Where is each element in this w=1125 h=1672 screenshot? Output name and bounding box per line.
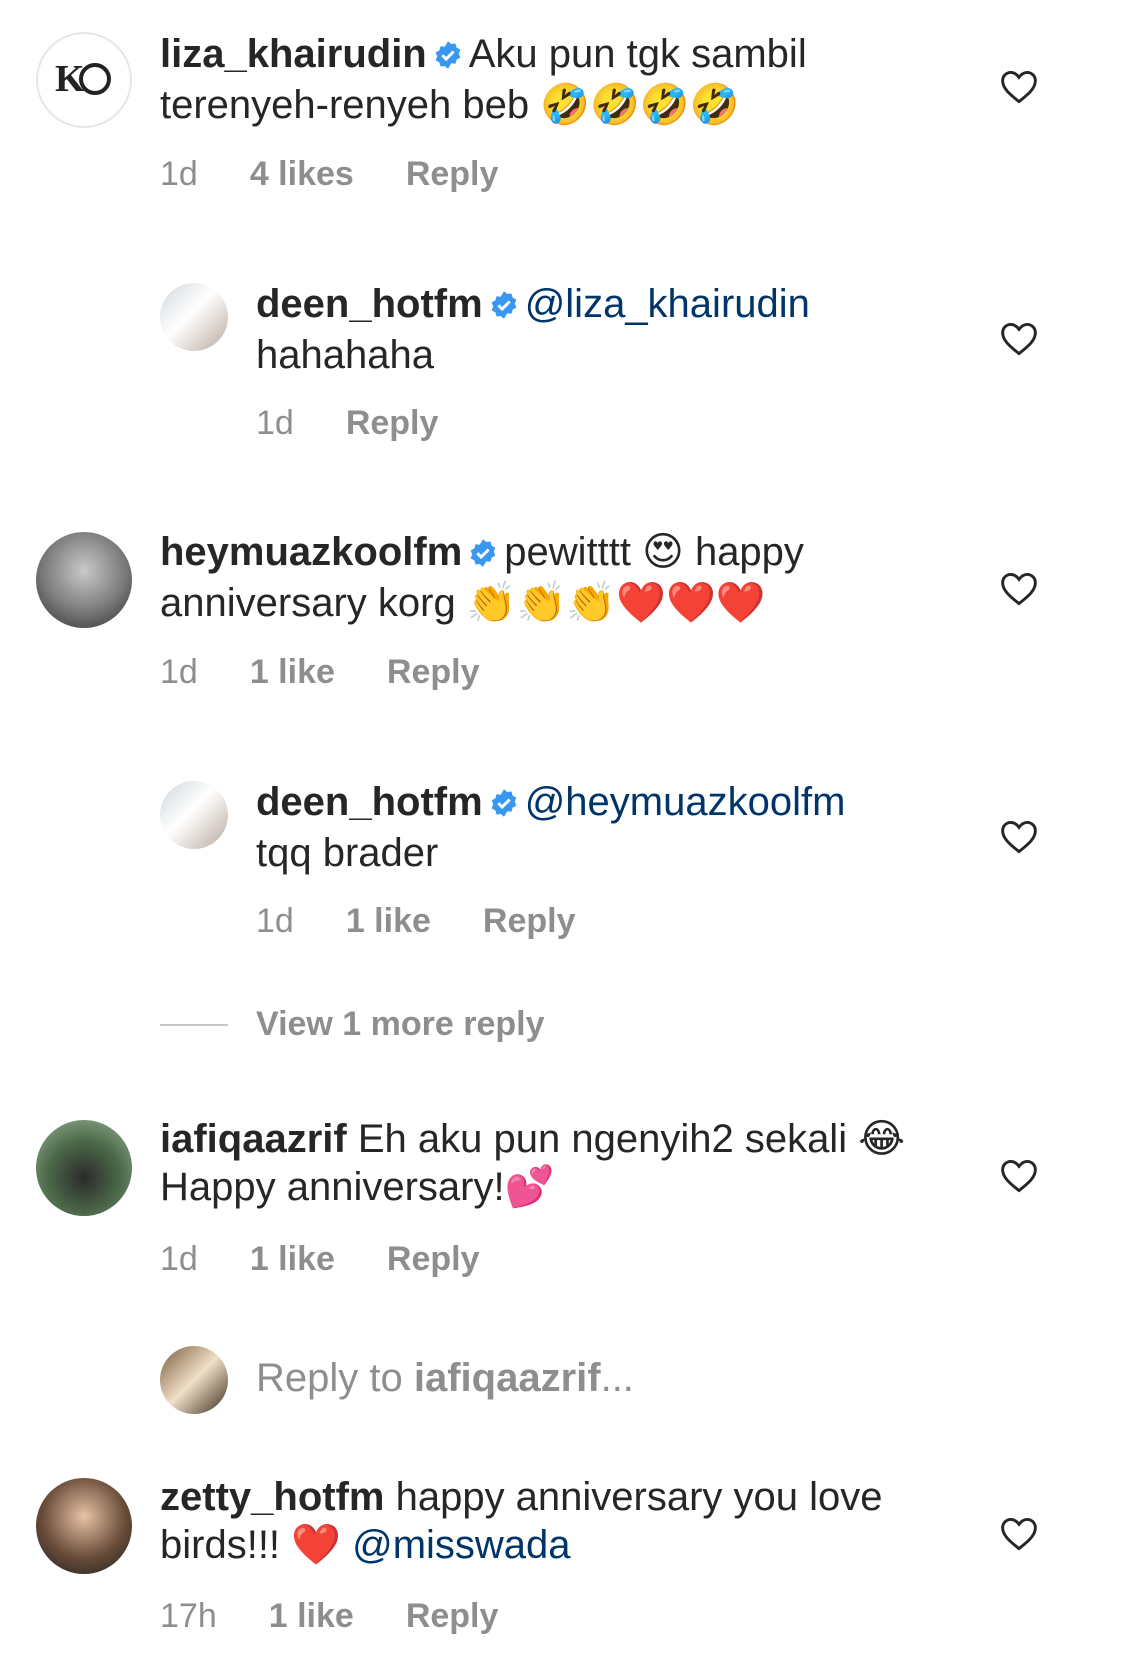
reply-input[interactable]: Reply to iafiqaazrif... (256, 1356, 634, 1401)
mention-link[interactable]: @liza_khairudin (525, 282, 810, 326)
heart-icon[interactable] (999, 1515, 1039, 1551)
comment-meta: 17h 1 like Reply (160, 1597, 550, 1636)
timestamp: 1d (256, 902, 294, 940)
username[interactable]: zetty_hotfm (160, 1475, 384, 1519)
comment-text: liza_khairudin Aku pun tgk sambil terenye… (160, 30, 975, 129)
like-count[interactable]: 1 like (269, 1597, 354, 1636)
comment-body: hahahaha (256, 333, 434, 377)
avatar[interactable] (36, 532, 132, 628)
username[interactable]: heymuazkoolfm (160, 530, 462, 574)
heart-icon[interactable] (999, 1157, 1039, 1193)
reply-button[interactable]: Reply (387, 1240, 480, 1279)
timestamp: 1d (256, 404, 294, 442)
like-count[interactable]: 1 like (250, 1240, 335, 1279)
avatar[interactable] (36, 1120, 132, 1216)
ko-logo: K (55, 58, 111, 100)
divider-line (160, 1023, 228, 1026)
comment-meta: 1d Reply (256, 404, 490, 443)
like-count[interactable]: 4 likes (250, 155, 354, 194)
avatar[interactable] (36, 1478, 132, 1574)
avatar[interactable] (160, 283, 228, 351)
comment-text: zetty_hotfm happy anniversary you love b… (160, 1473, 975, 1569)
comment-text: deen_hotfm @liza_khairudin hahahaha (256, 280, 975, 379)
reply-composer[interactable]: Reply to iafiqaazrif... (0, 1346, 1125, 1416)
comment-text: heymuazkoolfm pewitttt 😍 happy anniversar… (160, 528, 975, 627)
comment-text: deen_hotfm @heymuazkoolfm tqq brader (256, 778, 975, 877)
reply-target: iafiqaazrif (413, 1356, 601, 1400)
verified-badge-icon (433, 33, 463, 81)
comment-meta: 1d 4 likes Reply (160, 155, 550, 194)
comment-meta: 1d 1 like Reply (256, 902, 628, 941)
username[interactable]: deen_hotfm (256, 282, 483, 326)
verified-badge-icon (489, 283, 519, 331)
reply-button[interactable]: Reply (346, 404, 439, 443)
username[interactable]: liza_khairudin (160, 32, 427, 76)
mention-link[interactable]: @misswada (352, 1523, 570, 1567)
like-count[interactable]: 1 like (346, 902, 431, 941)
comment-meta: 1d 1 like Reply (160, 1240, 532, 1279)
mention-link[interactable]: @heymuazkoolfm (525, 780, 846, 824)
comment-meta: 1d 1 like Reply (160, 653, 532, 692)
reply-suffix: ... (600, 1356, 634, 1400)
heart-icon[interactable] (999, 68, 1039, 104)
username[interactable]: deen_hotfm (256, 780, 483, 824)
comment-body: tqq brader (256, 831, 439, 875)
avatar[interactable] (160, 781, 228, 849)
verified-badge-icon (468, 531, 498, 579)
reply-prefix: Reply to (256, 1356, 414, 1400)
reply-button[interactable]: Reply (406, 1597, 499, 1636)
view-more-replies[interactable]: View 1 more reply (160, 1005, 545, 1044)
timestamp: 17h (160, 1597, 217, 1635)
verified-badge-icon (489, 781, 519, 829)
timestamp: 1d (160, 653, 198, 691)
reply-button[interactable]: Reply (483, 902, 576, 941)
avatar[interactable]: K (36, 32, 132, 128)
timestamp: 1d (160, 1240, 198, 1278)
heart-icon[interactable] (999, 818, 1039, 854)
timestamp: 1d (160, 155, 198, 193)
heart-icon[interactable] (999, 320, 1039, 356)
username[interactable]: iafiqaazrif (160, 1117, 347, 1161)
avatar (160, 1346, 228, 1414)
reply-button[interactable]: Reply (387, 653, 480, 692)
comment-text: iafiqaazrif Eh aku pun ngenyih2 sekali 😂… (160, 1115, 975, 1211)
heart-icon[interactable] (999, 570, 1039, 606)
like-count[interactable]: 1 like (250, 653, 335, 692)
view-more-label[interactable]: View 1 more reply (256, 1005, 545, 1044)
reply-button[interactable]: Reply (406, 155, 499, 194)
